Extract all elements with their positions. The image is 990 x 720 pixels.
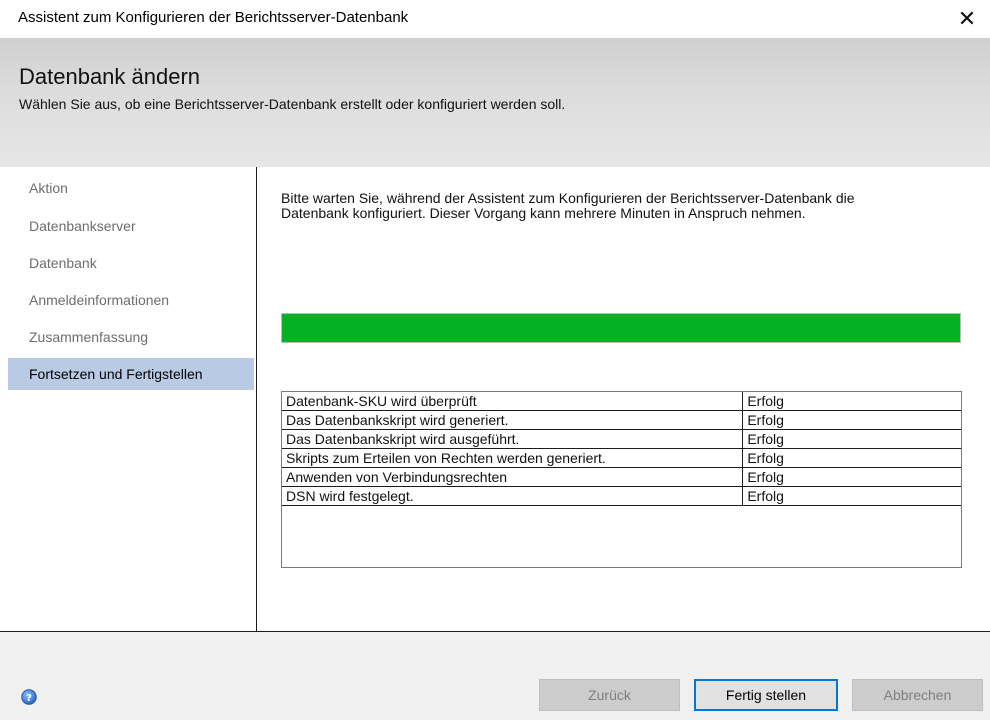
task-status: Erfolg bbox=[743, 468, 961, 487]
task-status: Erfolg bbox=[743, 411, 961, 430]
task-status: Erfolg bbox=[743, 392, 961, 411]
task-name: Anwenden von Verbindungsrechten bbox=[282, 468, 744, 487]
sidebar-item-fortsetzen[interactable]: Fortsetzen und Fertigstellen bbox=[8, 358, 254, 390]
page-subtitle: Wählen Sie aus, ob eine Berichtsserver-D… bbox=[19, 96, 566, 112]
sidebar-item-label: Datenbankserver bbox=[29, 218, 136, 234]
finish-button[interactable]: Fertig stellen bbox=[694, 679, 838, 711]
task-status: Erfolg bbox=[743, 487, 961, 506]
sidebar-item-datenbankserver[interactable]: Datenbankserver bbox=[8, 210, 254, 242]
task-status: Erfolg bbox=[743, 449, 961, 468]
main-content: Bitte warten Sie, während der Assistent … bbox=[257, 167, 990, 631]
sidebar-item-aktion[interactable]: Aktion bbox=[8, 172, 254, 204]
wizard-header: Datenbank ändern Wählen Sie aus, ob eine… bbox=[0, 38, 990, 167]
help-icon[interactable]: ? bbox=[21, 689, 37, 705]
task-name: Das Datenbankskript wird ausgeführt. bbox=[282, 430, 744, 449]
table-row: Das Datenbankskript wird ausgeführt. Erf… bbox=[282, 430, 961, 449]
sidebar-item-label: Fortsetzen und Fertigstellen bbox=[29, 366, 203, 382]
title-bar: Assistent zum Konfigurieren der Berichts… bbox=[0, 0, 990, 38]
sidebar-item-label: Aktion bbox=[29, 180, 68, 196]
progress-bar-fill bbox=[282, 314, 960, 342]
table-row: Datenbank-SKU wird überprüft Erfolg bbox=[282, 392, 961, 411]
progress-description: Bitte warten Sie, während der Assistent … bbox=[281, 190, 855, 221]
wizard-footer: ? Zurück Fertig stellen Abbrechen bbox=[0, 632, 990, 720]
sidebar-item-datenbank[interactable]: Datenbank bbox=[8, 247, 254, 279]
cancel-button[interactable]: Abbrechen bbox=[852, 679, 983, 711]
progress-bar bbox=[281, 313, 961, 343]
table-row: Anwenden von Verbindungsrechten Erfolg bbox=[282, 468, 961, 487]
sidebar-item-label: Datenbank bbox=[29, 255, 97, 271]
table-row: Skripts zum Erteilen von Rechten werden … bbox=[282, 449, 961, 468]
window-title: Assistent zum Konfigurieren der Berichts… bbox=[18, 9, 409, 26]
close-icon[interactable]: ✕ bbox=[950, 2, 984, 36]
sidebar-item-zusammenfassung[interactable]: Zusammenfassung bbox=[8, 321, 254, 353]
task-name: Skripts zum Erteilen von Rechten werden … bbox=[282, 449, 744, 468]
table-row: Das Datenbankskript wird generiert. Erfo… bbox=[282, 411, 961, 430]
task-name: DSN wird festgelegt. bbox=[282, 487, 744, 506]
sidebar-item-anmeldeinformationen[interactable]: Anmeldeinformationen bbox=[8, 284, 254, 316]
page-title: Datenbank ändern bbox=[19, 64, 201, 89]
task-status: Erfolg bbox=[743, 430, 961, 449]
task-status-table: Datenbank-SKU wird überprüft Erfolg Das … bbox=[281, 391, 962, 568]
back-button[interactable]: Zurück bbox=[539, 679, 680, 711]
task-name: Datenbank-SKU wird überprüft bbox=[282, 392, 744, 411]
sidebar-item-label: Anmeldeinformationen bbox=[29, 292, 170, 308]
sidebar-item-label: Zusammenfassung bbox=[29, 329, 149, 345]
task-name: Das Datenbankskript wird generiert. bbox=[282, 411, 744, 430]
wizard-steps-sidebar: Aktion Datenbankserver Datenbank Anmelde… bbox=[0, 167, 257, 631]
svg-text:?: ? bbox=[26, 693, 32, 704]
table-row: DSN wird festgelegt. Erfolg bbox=[282, 487, 961, 506]
